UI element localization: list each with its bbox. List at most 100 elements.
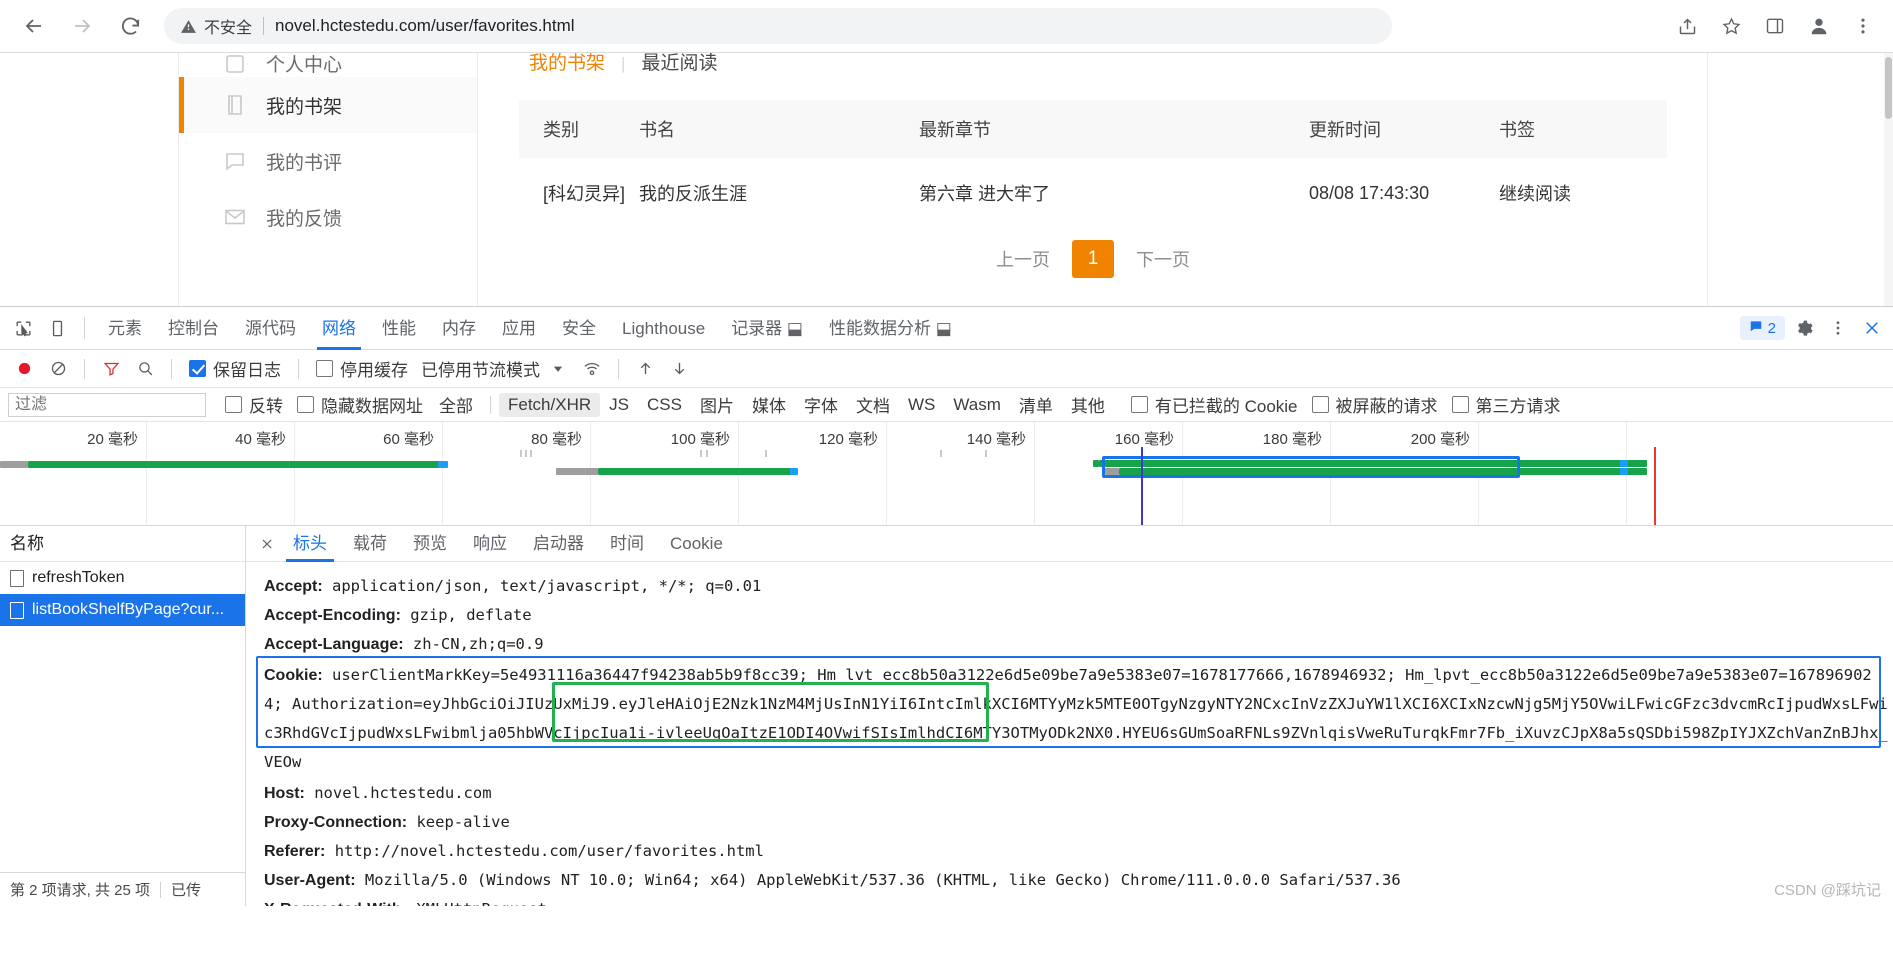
device-toolbar-icon[interactable] bbox=[40, 311, 74, 345]
filter-type-media[interactable]: 媒体 bbox=[743, 390, 795, 419]
filter-type-other[interactable]: 其他 bbox=[1062, 390, 1114, 419]
filter-type-css[interactable]: CSS bbox=[638, 393, 691, 417]
blocked-cookies-checkbox[interactable]: 有已拦截的 Cookie bbox=[1124, 392, 1305, 417]
download-har-icon[interactable] bbox=[663, 354, 695, 384]
tab-lighthouse[interactable]: Lighthouse bbox=[609, 307, 718, 350]
upload-har-icon[interactable] bbox=[629, 354, 661, 384]
request-list-header[interactable]: 名称 bbox=[0, 526, 245, 562]
filter-funnel-icon[interactable] bbox=[95, 354, 127, 384]
gear-icon[interactable] bbox=[1789, 313, 1819, 343]
tab-memory[interactable]: 内存 bbox=[429, 307, 489, 350]
detail-tab-preview[interactable]: 预览 bbox=[400, 526, 460, 562]
checkbox-box[interactable] bbox=[316, 360, 333, 377]
network-overview-timeline[interactable]: 20 毫秒 40 毫秒 60 毫秒 80 毫秒 100 毫秒 120 毫秒 14… bbox=[0, 422, 1893, 526]
url-text: novel.hctestedu.com/user/favorites.html bbox=[275, 16, 575, 35]
message-count-badge[interactable]: 2 bbox=[1739, 316, 1785, 340]
sidebar-item-reviews[interactable]: 我的书评 bbox=[179, 133, 477, 189]
hide-data-urls-checkbox[interactable]: 隐藏数据网址 bbox=[290, 392, 430, 417]
blocked-requests-checkbox[interactable]: 被屏蔽的请求 bbox=[1305, 392, 1445, 417]
sidebar-item-feedback[interactable]: 我的反馈 bbox=[179, 189, 477, 245]
divider bbox=[84, 317, 85, 339]
checkbox-box[interactable] bbox=[189, 360, 206, 377]
detail-tab-cookies[interactable]: Cookie bbox=[657, 526, 736, 562]
tab-network[interactable]: 网络 bbox=[309, 307, 369, 350]
network-conditions-icon[interactable] bbox=[576, 354, 608, 384]
invert-checkbox[interactable]: 反转 bbox=[218, 392, 290, 417]
scrollbar-thumb[interactable] bbox=[1885, 57, 1892, 119]
tab-application[interactable]: 应用 bbox=[489, 307, 549, 350]
star-icon[interactable] bbox=[1711, 6, 1751, 46]
detail-tab-headers[interactable]: 标头 bbox=[280, 526, 340, 562]
cell-title[interactable]: 我的反派生涯 bbox=[639, 158, 919, 228]
record-button-icon[interactable] bbox=[8, 354, 40, 384]
detail-tab-payload[interactable]: 载荷 bbox=[340, 526, 400, 562]
checkbox-box[interactable] bbox=[1130, 396, 1148, 413]
close-detail-icon[interactable] bbox=[254, 531, 280, 557]
inspect-element-icon[interactable] bbox=[6, 311, 40, 345]
tab-security[interactable]: 安全 bbox=[549, 307, 609, 350]
filter-type-js[interactable]: JS bbox=[600, 393, 638, 417]
filter-type-manifest[interactable]: 清单 bbox=[1010, 390, 1062, 419]
preserve-log-checkbox[interactable]: 保留日志 bbox=[182, 356, 288, 381]
filter-type-font[interactable]: 字体 bbox=[795, 390, 847, 419]
filter-input[interactable] bbox=[8, 392, 206, 417]
tab-performance[interactable]: 性能 bbox=[369, 307, 429, 350]
detail-tab-response[interactable]: 响应 bbox=[460, 526, 520, 562]
checkbox-box[interactable] bbox=[225, 396, 242, 413]
overview-selection-window[interactable] bbox=[1102, 456, 1520, 478]
tab-console[interactable]: 控制台 bbox=[155, 307, 232, 350]
address-bar[interactable]: 不安全 novel.hctestedu.com/user/favorites.h… bbox=[164, 8, 1392, 44]
tab-performance-insights[interactable]: 性能数据分析 ⬓ bbox=[816, 307, 965, 350]
reload-icon[interactable] bbox=[110, 6, 150, 46]
sidebar-item-bookshelf[interactable]: 我的书架 bbox=[179, 77, 477, 133]
filter-type-img[interactable]: 图片 bbox=[691, 390, 743, 419]
back-arrow-icon[interactable] bbox=[14, 6, 54, 46]
request-list: 名称 refreshToken listBookShelfByPage?cur.… bbox=[0, 526, 246, 906]
detail-tab-timing[interactable]: 时间 bbox=[597, 526, 657, 562]
sidebar-item-user-center[interactable]: 个人中心 bbox=[179, 53, 477, 77]
checkbox-box[interactable] bbox=[1311, 396, 1329, 413]
overview-tick-180ms: 180 毫秒 bbox=[1262, 431, 1322, 448]
filter-type-fetch-xhr[interactable]: Fetch/XHR bbox=[499, 392, 601, 417]
header-row-accept: Accept: application/json, text/javascrip… bbox=[256, 572, 1893, 601]
detail-tab-initiator[interactable]: 启动器 bbox=[520, 526, 597, 562]
disable-cache-checkbox[interactable]: 停用缓存 bbox=[309, 356, 415, 381]
search-icon[interactable] bbox=[129, 354, 161, 384]
share-icon[interactable] bbox=[1667, 6, 1707, 46]
security-label: 不安全 bbox=[204, 20, 253, 37]
tab-recorder[interactable]: 记录器 ⬓ bbox=[718, 307, 816, 350]
divider bbox=[490, 395, 491, 414]
tab-elements[interactable]: 元素 bbox=[95, 307, 155, 350]
chevron-down-icon[interactable] bbox=[542, 354, 574, 384]
breadcrumb-active[interactable]: 我的书架 bbox=[529, 54, 605, 73]
filter-type-wasm[interactable]: Wasm bbox=[944, 393, 1010, 417]
clear-icon[interactable] bbox=[42, 354, 74, 384]
page-scrollbar[interactable] bbox=[1884, 53, 1893, 306]
tab-sources[interactable]: 源代码 bbox=[232, 307, 309, 350]
column-header-updated: 更新时间 bbox=[1309, 100, 1499, 158]
three-dot-menu-icon[interactable] bbox=[1823, 313, 1853, 343]
cell-chapter[interactable]: 第六章 进大牢了 bbox=[919, 158, 1309, 228]
cookie-text: Cookie: userClientMarkKey=5e4931116a3644… bbox=[256, 659, 1893, 779]
next-page-button[interactable]: 下一页 bbox=[1136, 246, 1190, 272]
page-container: 个人中心 我的书架 我的书评 我的反馈 我的书架 | 最近阅读 类别 书名 最新… bbox=[178, 53, 1708, 306]
throttling-label[interactable]: 已停用节流模式 bbox=[417, 356, 540, 381]
page-number-1[interactable]: 1 bbox=[1072, 240, 1114, 278]
filter-type-ws[interactable]: WS bbox=[899, 393, 944, 417]
prev-page-button[interactable]: 上一页 bbox=[996, 246, 1050, 272]
list-item[interactable]: refreshToken bbox=[0, 562, 245, 594]
side-panel-icon[interactable] bbox=[1755, 6, 1795, 46]
cell-continue-reading[interactable]: 继续阅读 bbox=[1499, 158, 1667, 228]
checkbox-box[interactable] bbox=[297, 396, 314, 413]
filter-type-all[interactable]: 全部 bbox=[430, 390, 482, 419]
list-item[interactable]: listBookShelfByPage?cur... bbox=[0, 594, 245, 626]
third-party-checkbox[interactable]: 第三方请求 bbox=[1445, 392, 1568, 417]
close-icon[interactable] bbox=[1857, 313, 1887, 343]
third-party-label: 第三方请求 bbox=[1475, 397, 1561, 416]
breadcrumb-recent[interactable]: 最近阅读 bbox=[641, 54, 717, 73]
profile-avatar-icon[interactable] bbox=[1799, 6, 1839, 46]
three-dot-menu-icon[interactable] bbox=[1843, 6, 1883, 46]
forward-arrow-icon[interactable] bbox=[62, 6, 102, 46]
checkbox-box[interactable] bbox=[1451, 396, 1469, 413]
filter-type-doc[interactable]: 文档 bbox=[847, 390, 899, 419]
